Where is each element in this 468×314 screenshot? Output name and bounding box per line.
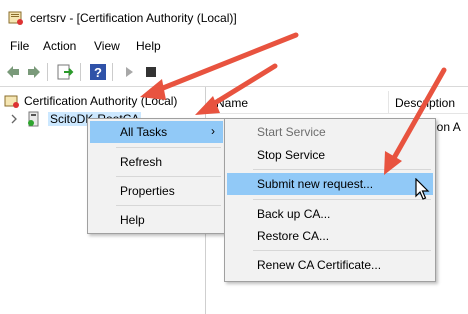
submenu-item-restore-ca[interactable]: Restore CA... bbox=[227, 225, 433, 247]
submenu-item-back-up-ca[interactable]: Back up CA... bbox=[227, 203, 433, 225]
menu-file[interactable]: File bbox=[10, 39, 29, 53]
certsrv-app-icon bbox=[8, 11, 23, 25]
submit-new-request-label: Submit new request... bbox=[257, 177, 374, 191]
back-arrow-icon[interactable] bbox=[4, 63, 22, 81]
column-separator[interactable] bbox=[388, 91, 389, 113]
start-service-icon[interactable] bbox=[120, 63, 138, 81]
renew-ca-certificate-label: Renew CA Certificate... bbox=[257, 258, 382, 272]
stop-service-label: Stop Service bbox=[257, 148, 326, 162]
start-service-label: Start Service bbox=[257, 125, 326, 139]
tree-root-label: Certification Authority (Local) bbox=[24, 94, 178, 108]
column-name[interactable]: Name bbox=[216, 96, 248, 110]
context-menu: All Tasks › Refresh Properties Help bbox=[87, 118, 226, 234]
menu-item-help[interactable]: Help bbox=[90, 209, 223, 231]
column-description[interactable]: Description bbox=[395, 96, 455, 110]
menu-bar: File Action View Help bbox=[0, 34, 468, 58]
export-list-icon[interactable] bbox=[56, 63, 74, 81]
menu-separator bbox=[253, 199, 431, 200]
forward-arrow-icon[interactable] bbox=[25, 63, 43, 81]
window-title: certsrv - [Certification Authority (Loca… bbox=[30, 11, 237, 25]
menu-item-all-tasks[interactable]: All Tasks › bbox=[90, 121, 223, 143]
mouse-cursor-icon bbox=[415, 178, 430, 200]
ca-server-icon bbox=[28, 111, 39, 127]
certificate-authority-icon bbox=[4, 95, 19, 108]
submenu-item-stop-service[interactable]: Stop Service bbox=[227, 144, 433, 166]
properties-label: Properties bbox=[120, 184, 175, 198]
menu-help[interactable]: Help bbox=[136, 39, 161, 53]
title-bar: certsrv - [Certification Authority (Loca… bbox=[0, 0, 468, 34]
menu-separator bbox=[116, 205, 221, 206]
back-up-ca-label: Back up CA... bbox=[257, 207, 331, 221]
menu-separator bbox=[253, 169, 431, 170]
stop-service-icon[interactable] bbox=[142, 63, 160, 81]
menu-action[interactable]: Action bbox=[43, 39, 76, 53]
submenu-item-submit-new-request[interactable]: Submit new request... bbox=[227, 173, 433, 195]
all-tasks-submenu: Start Service Stop Service Submit new re… bbox=[224, 118, 436, 282]
menu-separator bbox=[116, 147, 221, 148]
toolbar: ? bbox=[0, 58, 468, 87]
menu-item-properties[interactable]: Properties bbox=[90, 180, 223, 202]
svg-text:?: ? bbox=[94, 65, 102, 80]
menu-view[interactable]: View bbox=[94, 39, 120, 53]
submenu-item-renew-ca-certificate[interactable]: Renew CA Certificate... bbox=[227, 254, 433, 276]
submenu-arrow-icon: › bbox=[211, 124, 215, 138]
submenu-item-start-service: Start Service bbox=[227, 121, 433, 143]
menu-item-refresh[interactable]: Refresh bbox=[90, 151, 223, 173]
help-label: Help bbox=[120, 213, 145, 227]
menu-separator bbox=[116, 176, 221, 177]
list-column-header: Name Description bbox=[206, 91, 468, 114]
menu-separator bbox=[253, 250, 431, 251]
expand-chevron-icon[interactable] bbox=[10, 114, 18, 124]
restore-ca-label: Restore CA... bbox=[257, 229, 330, 243]
refresh-label: Refresh bbox=[120, 155, 163, 169]
all-tasks-label: All Tasks bbox=[120, 125, 168, 139]
help-icon[interactable]: ? bbox=[89, 63, 107, 81]
